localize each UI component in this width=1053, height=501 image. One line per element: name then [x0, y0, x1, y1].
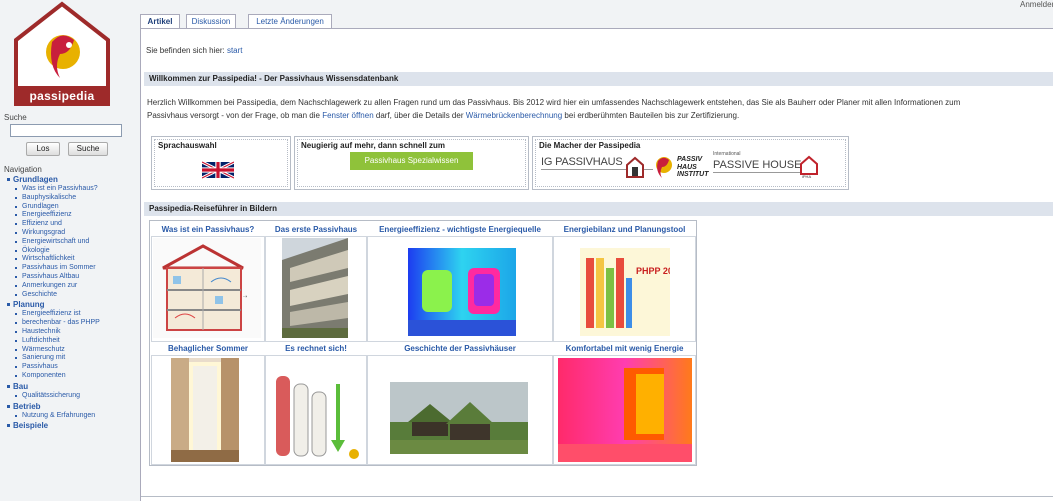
- breadcrumb-prefix: Sie befinden sich hier:: [146, 46, 227, 55]
- gallery-title-5[interactable]: Behaglicher Sommer: [151, 342, 265, 355]
- nav-item-continued[interactable]: Grundlagen: [6, 203, 124, 212]
- nav-item[interactable]: Haustechnik: [6, 328, 124, 337]
- phpp-energy-balance-image[interactable]: PHPP 2007: [580, 248, 670, 336]
- nav-item[interactable]: Bauphysikalische: [6, 194, 124, 203]
- breadcrumb-link[interactable]: start: [227, 46, 243, 55]
- history-sod-house-photo[interactable]: [390, 382, 528, 454]
- nav-item-continued[interactable]: berechenbar - das PHPP: [6, 319, 124, 328]
- sidebar: passipedia Suche Los Suche Navigation Gr…: [0, 0, 128, 501]
- nav-item[interactable]: Effizienz und: [6, 220, 124, 229]
- gallery-title-4[interactable]: Energiebilanz und Planungstool: [553, 223, 696, 236]
- nav-item[interactable]: Sanierung mit: [6, 354, 124, 363]
- ipha-text: PASSIVE HOUSE: [713, 159, 802, 173]
- thermal-image-efficiency[interactable]: [408, 248, 516, 336]
- svg-text:⇢: ⇢: [243, 294, 247, 300]
- nav-item[interactable]: Wärmeschutz: [6, 346, 124, 355]
- nav-item[interactable]: Anmerkungen zur: [6, 282, 124, 291]
- thermal-comfort-image[interactable]: [558, 358, 692, 462]
- phpp-badge-text: PHPP 2007: [636, 266, 670, 276]
- passipedia-logo[interactable]: passipedia: [12, 0, 112, 108]
- text-span: Passivhaus versorgt - von der Frage, ob …: [147, 111, 323, 120]
- uk-flag-icon[interactable]: [202, 161, 234, 179]
- text-span: bei erdberühmten Bauteilen bis zur Zerti…: [562, 111, 740, 120]
- nav-item[interactable]: Energieeffizienz ist: [6, 310, 124, 319]
- nav-item-continued[interactable]: Ökologie: [6, 247, 124, 256]
- gallery-title-8[interactable]: Komfortabel mit wenig Energie: [553, 342, 696, 355]
- main-content: Sie befinden sich hier: start Willkommen…: [140, 28, 1053, 501]
- curious-box: Neugierig auf mehr, dann schnell zum Pas…: [294, 136, 529, 190]
- nav-section-planung[interactable]: Planung: [6, 299, 124, 310]
- gallery-title-6[interactable]: Es rechnet sich!: [265, 342, 367, 355]
- ipha-small-text: International: [713, 151, 741, 157]
- fenster-link[interactable]: Fenster öffnen: [322, 111, 373, 120]
- go-button[interactable]: Los: [26, 142, 60, 156]
- gallery-title-2[interactable]: Das erste Passivhaus: [265, 223, 367, 236]
- breadcrumb: Sie befinden sich hier: start: [146, 46, 243, 55]
- ipha-tag: iPHA: [802, 174, 812, 179]
- search-box: Los Suche: [10, 124, 122, 159]
- nav-item[interactable]: Passivhaus Altbau: [6, 273, 124, 282]
- nav-item[interactable]: Nutzung & Erfahrungen: [6, 412, 124, 421]
- nav-item-continued[interactable]: Passivhaus: [6, 363, 124, 372]
- makers-box: Die Macher der Passipedia IG PASSIVHAUS …: [532, 136, 849, 190]
- nav-item-continued[interactable]: Wirkungsgrad: [6, 229, 124, 238]
- tab-diskussion[interactable]: Diskussion: [186, 14, 236, 28]
- nav-section-grundlagen[interactable]: Grundlagen: [6, 174, 124, 185]
- welcome-line-2: Passivhaus versorgt - von der Frage, ob …: [147, 109, 1047, 122]
- nav-item[interactable]: Energieeffizienz: [6, 211, 124, 220]
- gallery-title-7[interactable]: Geschichte der Passivhäuser: [367, 342, 553, 355]
- gallery-title: Passipedia-Reiseführer in Bildern: [144, 202, 1053, 216]
- gallery-title-3[interactable]: Energieeffizienz - wichtigste Energieque…: [367, 223, 553, 236]
- gallery-title-1[interactable]: Was ist ein Passivhaus?: [151, 223, 265, 236]
- ipha-logo[interactable]: International PASSIVE HOUSE iPHA: [713, 151, 823, 179]
- curious-box-title: Neugierig auf mehr, dann schnell zum: [301, 141, 446, 150]
- nav-item[interactable]: Wirtschaftlichkeit: [6, 255, 124, 264]
- navigation-heading: Navigation: [4, 165, 42, 174]
- nav-item[interactable]: Was ist ein Passivhaus?: [6, 185, 124, 194]
- welcome-title: Willkommen zur Passipedia! - Der Passivh…: [144, 72, 1053, 86]
- login-link[interactable]: Anmelden: [1020, 0, 1053, 9]
- search-heading: Suche: [4, 113, 27, 122]
- ig-house-icon: [626, 156, 644, 178]
- gallery: Was ist ein Passivhaus? Das erste Passiv…: [149, 220, 697, 466]
- language-box: Sprachauswahl: [151, 136, 291, 190]
- nav-item-continued[interactable]: Komponenten: [6, 372, 124, 381]
- text-span: darf, über die Details der: [373, 111, 466, 120]
- summer-comfort-photo[interactable]: [171, 358, 239, 462]
- navigation-menu: Grundlagen Was ist ein Passivhaus? Bauph…: [6, 174, 124, 431]
- cost-chart-image[interactable]: [270, 358, 362, 462]
- first-passivhaus-photo[interactable]: [282, 238, 348, 338]
- nav-section-betrieb[interactable]: Betrieb: [6, 401, 124, 412]
- phi-symbol-icon: [656, 157, 672, 178]
- nav-section-bau[interactable]: Bau: [6, 381, 124, 392]
- nav-item-continued[interactable]: Geschichte: [6, 291, 124, 300]
- welcome-text: Herzlich Willkommen bei Passipedia, dem …: [147, 96, 1047, 122]
- nav-item[interactable]: Qualitätssicherung: [6, 392, 124, 401]
- passivhaus-spezialwissen-button[interactable]: Passivhaus Spezialwissen: [350, 152, 473, 170]
- divider: [141, 496, 1053, 497]
- search-input[interactable]: [10, 124, 122, 137]
- nav-item[interactable]: Energiewirtschaft und: [6, 238, 124, 247]
- tab-artikel[interactable]: Artikel: [140, 14, 180, 29]
- makers-box-title: Die Macher der Passipedia: [539, 141, 641, 150]
- passivhaus-diagram-image[interactable]: ⇢: [153, 238, 261, 338]
- logo-label: passipedia: [16, 88, 108, 104]
- nav-item[interactable]: Luftdichtheit: [6, 337, 124, 346]
- search-button[interactable]: Suche: [68, 142, 108, 156]
- nav-section-beispiele[interactable]: Beispiele: [6, 420, 124, 431]
- welcome-line-1: Herzlich Willkommen bei Passipedia, dem …: [147, 98, 961, 107]
- language-box-title: Sprachauswahl: [158, 141, 217, 150]
- tab-letzte-aenderungen[interactable]: Letzte Änderungen: [248, 14, 332, 28]
- nav-item[interactable]: Passivhaus im Sommer: [6, 264, 124, 273]
- waermebruecken-link[interactable]: Wärmebrückenberechnung: [466, 111, 563, 120]
